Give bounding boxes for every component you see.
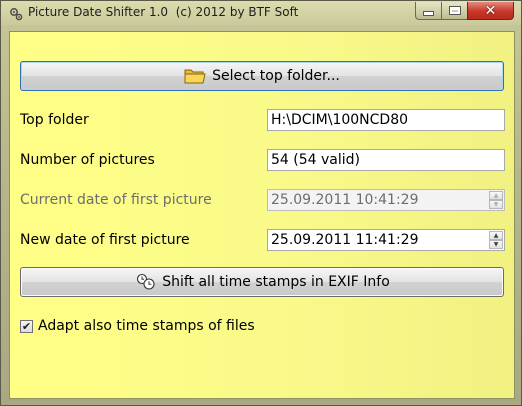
- new-date-value[interactable]: 25.09.2011 11:41:29: [271, 232, 419, 248]
- adapt-file-timestamps-row[interactable]: ✔ Adapt also time stamps of files: [20, 318, 255, 334]
- new-date-label: New date of first picture: [20, 232, 190, 248]
- spin-up-icon: ▲: [489, 191, 503, 200]
- select-top-folder-label: Select top folder...: [212, 68, 340, 84]
- top-folder-value: H:\DCIM\100NCD80: [271, 112, 409, 128]
- shift-time-stamps-label: Shift all time stamps in EXIF Info: [162, 274, 390, 290]
- current-date-spinner: ▲ ▼: [489, 191, 503, 209]
- top-folder-field[interactable]: H:\DCIM\100NCD80: [267, 109, 505, 131]
- adapt-file-timestamps-checkbox[interactable]: ✔: [20, 319, 33, 333]
- number-of-pictures-value: 54 (54 valid): [271, 152, 360, 168]
- spin-down-icon[interactable]: ▼: [489, 240, 503, 249]
- window-title: Picture Date Shifter 1.0 (c) 2012 by BTF…: [28, 5, 299, 19]
- title-bar[interactable]: Picture Date Shifter 1.0 (c) 2012 by BTF…: [1, 1, 521, 25]
- shift-time-stamps-button[interactable]: Shift all time stamps in EXIF Info: [20, 267, 504, 297]
- number-of-pictures-label: Number of pictures: [20, 152, 155, 168]
- folder-icon: [184, 67, 206, 85]
- close-icon: ✕: [484, 2, 497, 19]
- new-date-spinner[interactable]: ▲ ▼: [489, 231, 503, 249]
- spin-up-icon[interactable]: ▲: [489, 231, 503, 240]
- app-window: Picture Date Shifter 1.0 (c) 2012 by BTF…: [0, 0, 522, 406]
- adapt-file-timestamps-label: Adapt also time stamps of files: [38, 318, 255, 334]
- maximize-icon: [449, 7, 460, 14]
- select-top-folder-button[interactable]: Select top folder...: [20, 61, 504, 91]
- new-date-picker[interactable]: 25.09.2011 11:41:29 ▲ ▼: [267, 229, 505, 251]
- clock-icon: [134, 273, 156, 291]
- current-date-value: 25.09.2011 10:41:29: [271, 192, 419, 208]
- checkmark-icon: ✔: [21, 319, 32, 333]
- maximize-button[interactable]: [441, 2, 468, 20]
- current-date-label: Current date of first picture: [20, 192, 212, 208]
- app-gears-icon: [9, 6, 23, 21]
- client-area: Select top folder... Top folder H:\DCIM\…: [9, 31, 515, 399]
- number-of-pictures-field[interactable]: 54 (54 valid): [267, 149, 505, 171]
- top-folder-label: Top folder: [20, 112, 89, 128]
- current-date-picker: 25.09.2011 10:41:29 ▲ ▼: [267, 189, 505, 211]
- close-button[interactable]: ✕: [467, 2, 514, 20]
- spin-down-icon: ▼: [489, 200, 503, 209]
- minimize-button[interactable]: [415, 2, 442, 20]
- minimize-icon: [424, 12, 433, 15]
